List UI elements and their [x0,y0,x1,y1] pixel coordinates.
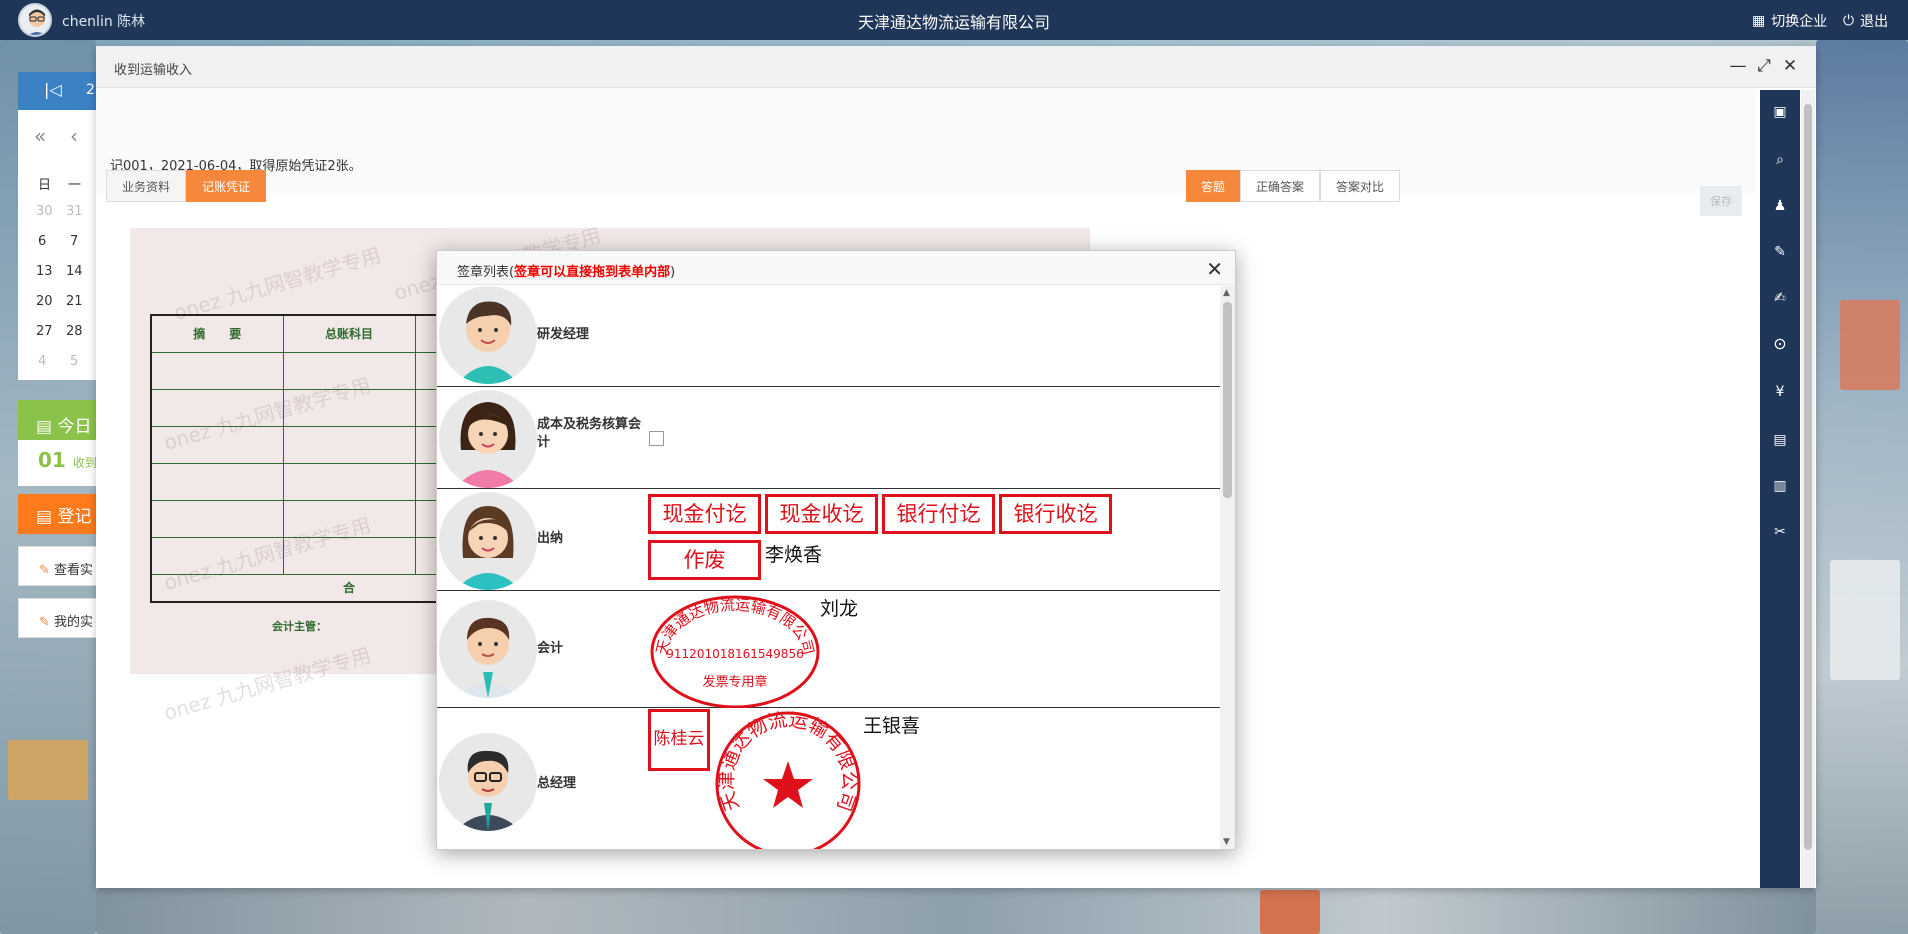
stamp-list: 研发经理 成本及税务核算会计 出纳 现金付讫 现金收讫 银行付讫 银行收讫 作废… [437,286,1220,849]
stamp-row: 研发经理 [437,286,1220,387]
document-icon[interactable]: ▤ [1770,430,1790,450]
calendar-icon: ▤ [36,417,58,437]
stamp-cash-paid[interactable]: 现金付讫 [648,494,761,534]
gm-name-stamp[interactable]: 陈桂云 [648,709,710,771]
dialog-title: 签章列表(签章可以直接拖到表单内部) [457,265,676,280]
role-label: 成本及税务核算会计 [537,417,642,450]
close-icon[interactable]: ✕ [1780,56,1800,76]
window-scrollbar[interactable] [1801,90,1815,888]
scroll-up-icon[interactable]: ▲ [1223,288,1230,298]
today-header: ▤ 今日 [18,406,98,440]
top-bar: chenlin 陈林 天津通达物流运输有限公司 ▦ 切换企业 ⏻ 退出 [0,0,1908,40]
company-seal[interactable]: 天津通达物流运输有限公司 [713,709,863,849]
search-icon[interactable]: ⌕ [1770,150,1790,170]
first-page-icon[interactable]: |◁ [44,80,62,99]
tab-voucher[interactable]: 记账凭证 [186,170,266,202]
invoice-seal[interactable]: 天津通达物流运输有限公司 911201018161549856 发票专用章 [645,592,825,708]
answer-button[interactable]: 答题 [1186,170,1240,202]
building-icon[interactable]: ▥ [1770,476,1790,496]
task-info-banner: 记001，2021-06-04，取得原始凭证2张。 [96,89,1756,193]
today-item[interactable]: 01 收到 [18,440,98,472]
calendar-icon: ▤ [36,507,58,527]
avatar-man-glasses [439,733,537,831]
cashier-signature[interactable]: 李焕香 [765,540,822,567]
edit-icon: ✎ [39,615,50,630]
pen-icon[interactable]: ✎ [1770,242,1790,262]
stamp-void[interactable]: 作废 [648,540,761,580]
logout-button[interactable]: ⏻ 退出 [1843,11,1888,31]
scroll-down-icon[interactable]: ▼ [1223,837,1230,847]
company-title: 天津通达物流运输有限公司 [857,13,1050,32]
col-summary: 摘 要 [150,314,284,353]
power-icon: ⏻ [1843,13,1855,29]
save-button[interactable]: 保存 [1700,186,1742,216]
stamp-bank-received[interactable]: 银行收讫 [999,494,1112,534]
dialog-header: 签章列表(签章可以直接拖到表单内部) ✕ [437,251,1235,285]
avatar-man [439,600,537,698]
svg-text:发票专用章: 发票专用章 [702,674,767,690]
toggle-icon[interactable]: ⊙ [1770,334,1790,354]
role-label: 研发经理 [537,327,590,342]
edit-doc-icon[interactable]: ✍ [1770,288,1790,308]
prev-year-icon[interactable]: « [34,124,46,148]
stamp-icon[interactable]: ♟ [1770,196,1790,216]
right-toolbar: ▣ ⌕ ♟ ✎ ✍ ⊙ ¥ ▤ ▥ ✂ [1760,90,1800,888]
user-avatar[interactable] [18,3,52,37]
role-label: 总经理 [537,776,577,791]
avatar-man [439,286,537,384]
accountant-signature[interactable]: 刘龙 [820,594,858,621]
col-account: 总账科目 [282,314,416,353]
building-icon: ▦ [1752,13,1766,29]
dialog-scrollbar[interactable]: ▲ ▼ [1220,286,1235,849]
save-icon[interactable]: ▣ [1770,102,1790,122]
correct-answer-button[interactable]: 正确答案 [1240,170,1320,202]
register-panel[interactable]: ▤ 登记 [18,494,98,534]
stamp-list-dialog: 签章列表(签章可以直接拖到表单内部) ✕ 研发经理 成本及税务核算会计 出纳 现… [436,250,1236,850]
stamp-cash-received[interactable]: 现金收讫 [765,494,878,534]
maximize-icon[interactable]: ⤢ [1754,56,1774,76]
role-label: 会计 [537,641,564,656]
window-title-bar: 收到运输收入 — ⤢ ✕ [96,46,1816,88]
stamp-row: 成本及税务核算会计 [437,388,1220,489]
svg-text:911201018161549856: 911201018161549856 [666,647,803,661]
switch-company-button[interactable]: ▦ 切换企业 [1752,11,1827,31]
gm-signature[interactable]: 王银喜 [863,711,920,738]
view-item-2[interactable]: ✎ 我的实 [18,598,98,638]
role-label: 出纳 [537,531,564,546]
tools-icon[interactable]: ✂ [1770,522,1790,542]
yen-icon[interactable]: ¥ [1770,382,1790,402]
compare-answer-button[interactable]: 答案对比 [1320,170,1400,202]
window-title: 收到运输收入 [114,63,193,78]
stamp-checkbox[interactable] [649,431,664,446]
stamp-row: 出纳 现金付讫 现金收讫 银行付讫 银行收讫 作废 李焕香 [437,490,1220,591]
user-name: chenlin 陈林 [62,14,146,30]
prev-month-icon[interactable]: ‹ [70,124,78,148]
stamp-row: 会计 天津通达物流运输有限公司 911201018161549856 发票专用章… [437,592,1220,708]
calendar-header: |◁ 2 [18,72,98,110]
avatar-woman [439,492,537,590]
today-panel: ▤ 今日 01 收到 [18,400,98,486]
edit-icon: ✎ [39,563,50,578]
view-item-1[interactable]: ✎ 查看实 [18,546,98,586]
calendar: « ‹ 日 一 30 31 6 7 13 14 20 21 27 28 4 5 [18,110,98,380]
minimize-icon[interactable]: — [1728,56,1748,76]
tab-business-data[interactable]: 业务资料 [106,170,186,202]
dialog-close-icon[interactable]: ✕ [1206,257,1223,281]
stamp-bank-paid[interactable]: 银行付讫 [882,494,995,534]
supervisor-label: 会计主管： [272,620,327,633]
stamp-row: 总经理 陈桂云 天津通达物流运输有限公司 王银喜 [437,709,1220,849]
avatar-woman [439,390,537,488]
